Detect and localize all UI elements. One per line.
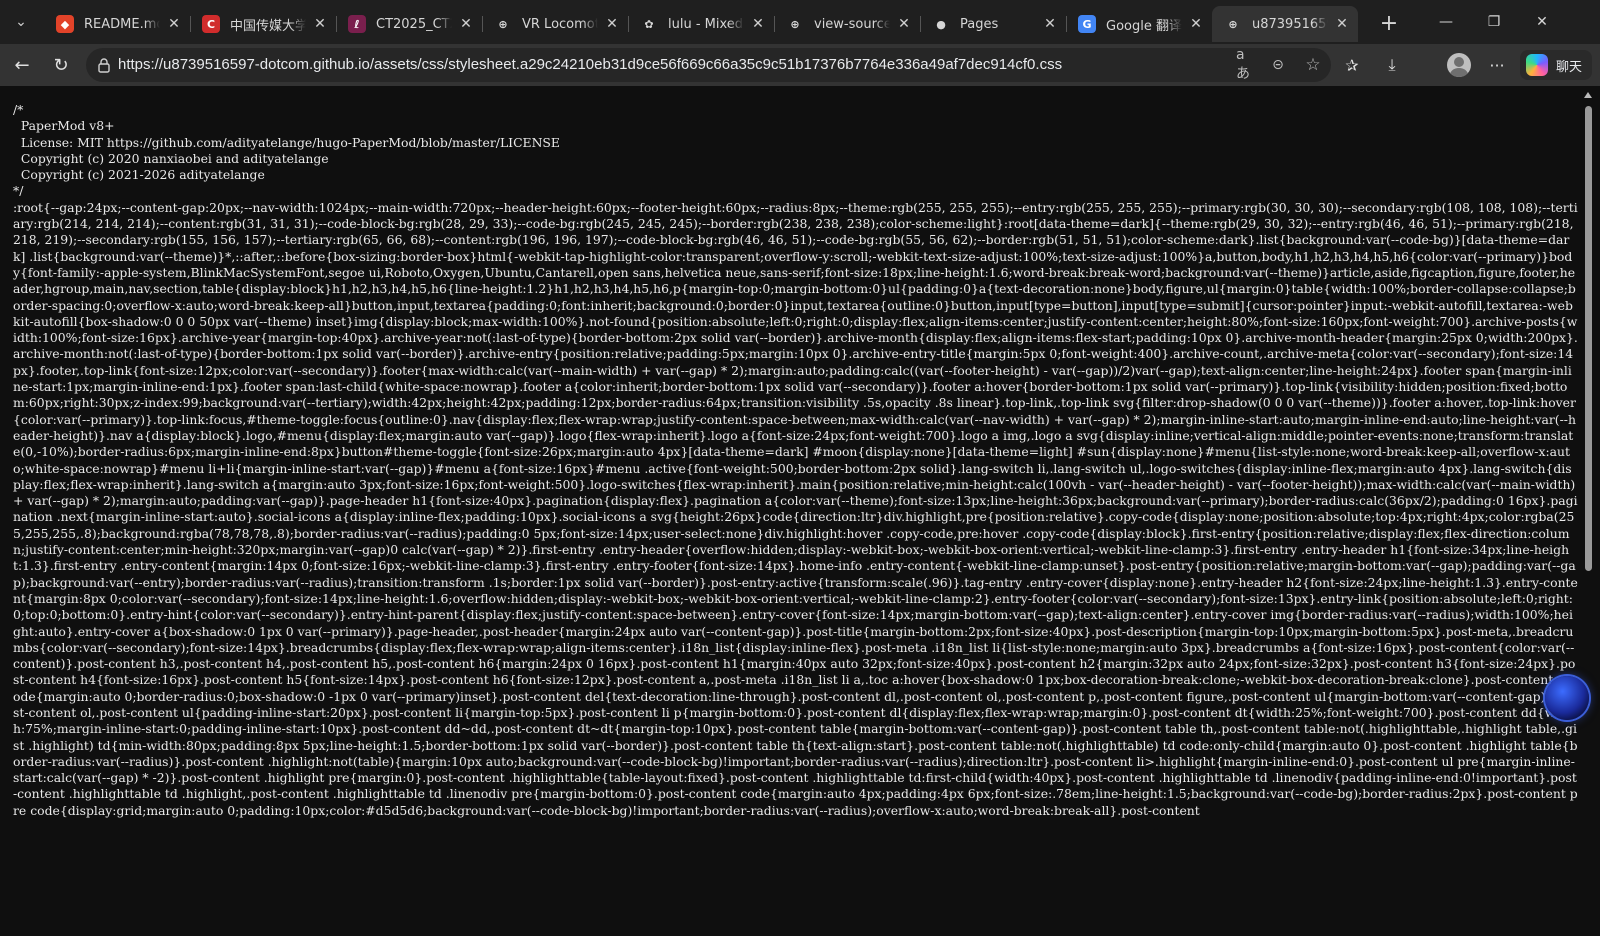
tab-title: 中国传媒大学 [230,18,306,34]
reading-mode-icon[interactable]: ⊝ [1268,55,1288,75]
tab-title: VR Locomotion [522,16,598,32]
new-tab-button[interactable]: + [1374,8,1404,38]
close-tab-icon[interactable]: ✕ [1188,16,1204,32]
close-icon: ✕ [1536,14,1548,30]
tab-5[interactable]: ⊕ view-source:ht ✕ [774,6,921,42]
favorites-icon: ✰ [1345,55,1359,75]
settings-more-button[interactable]: ··· [1482,50,1512,80]
read-aloud-icon[interactable]: aあ [1236,47,1256,82]
favorites-button[interactable]: ✰ [1337,50,1367,80]
tab-2[interactable]: ℓ CT2025_CT202 ✕ [336,6,483,42]
page-content: /* PaperMod v8+ License: MIT https://git… [0,86,1600,936]
tab-title: u8739516597- [1252,16,1328,32]
plus-icon: + [1379,10,1399,36]
profile-avatar[interactable] [1447,53,1471,77]
tab-3[interactable]: ⊕ VR Locomotion ✕ [482,6,629,42]
tab-title: view-source:ht [814,16,890,32]
globe-icon: ⊕ [790,17,800,31]
google-translate-icon: G [1078,15,1096,33]
copilot-chat-button[interactable]: 聊天 [1520,50,1592,80]
minimize-icon: — [1439,14,1453,30]
floating-assistant-orb-icon[interactable] [1545,676,1589,720]
scrollbar-thumb[interactable] [1585,106,1592,571]
tab-7[interactable]: G Google 翻译 ✕ [1066,6,1213,42]
ct-icon: ℓ [348,15,366,33]
tab-8[interactable]: ⊕ u8739516597- ✕ [1212,6,1358,42]
refresh-icon: ↻ [53,54,69,76]
close-tab-icon[interactable]: ✕ [1334,16,1350,32]
tab-title: README.md [84,16,160,32]
back-button[interactable]: ← [7,50,37,80]
copilot-icon [1526,54,1548,76]
github-icon: ● [936,17,946,31]
tab-1[interactable]: C 中国传媒大学 ✕ [190,6,337,42]
address-bar[interactable]: https://u8739516597-dotcom.github.io/ass… [86,47,1331,82]
arrow-left-icon: ← [14,54,30,76]
close-tab-icon[interactable]: ✕ [750,16,766,32]
scroll-up-arrow-icon[interactable] [1584,92,1592,98]
chevron-down-icon: ⌄ [15,14,27,30]
close-tab-icon[interactable]: ✕ [1042,16,1058,32]
tab-title: lulu - Mixed 1 [668,16,744,32]
close-tab-icon[interactable]: ✕ [896,16,912,32]
gitlab-icon: ◆ [56,15,74,33]
tab-actions-menu-button[interactable]: ⌄ [6,7,36,37]
css-source-text: /* PaperMod v8+ License: MIT https://git… [13,102,1578,818]
copilot-label: 聊天 [1556,59,1583,75]
close-window-button[interactable]: ✕ [1520,6,1564,38]
lock-icon [98,58,110,73]
tab-4[interactable]: ✿ lulu - Mixed 1 ✕ [628,6,775,42]
restore-button[interactable]: ❐ [1472,6,1516,38]
close-tab-icon[interactable]: ✕ [312,16,328,32]
globe-icon: ⊕ [1228,17,1238,31]
tab-strip: ◆ README.md ✕ C 中国传媒大学 ✕ ℓ CT2025_CT202 ✕ ⊕ VR Loc… [44,4,1358,44]
close-tab-icon[interactable]: ✕ [458,16,474,32]
tab-title: Google 翻译 [1106,18,1182,34]
tab-6[interactable]: ● Pages ✕ [920,6,1067,42]
download-icon: ⤓ [1388,55,1396,74]
close-tab-icon[interactable]: ✕ [166,16,182,32]
tab-0[interactable]: ◆ README.md ✕ [44,6,191,42]
more-dots-icon: ··· [1489,55,1505,75]
downloads-button[interactable]: ⤓ [1377,50,1407,80]
close-tab-icon[interactable]: ✕ [604,16,620,32]
restore-icon: ❐ [1487,14,1501,30]
tab-bar: ⌄ ◆ README.md ✕ C 中国传媒大学 ✕ ℓ CT2025_CT202 ✕ ⊕ VR L… [0,0,1600,44]
globe-icon: ⊕ [498,17,508,31]
openai-icon: ✿ [644,17,654,31]
url-text: https://u8739516597-dotcom.github.io/ass… [118,56,1063,73]
favorite-star-icon[interactable]: ☆ [1303,55,1323,75]
tab-title: CT2025_CT202 [376,16,452,32]
browser-toolbar: ← ↻ https://u8739516597-dotcom.github.io… [0,44,1600,86]
cuc-icon: C [202,15,220,33]
refresh-button[interactable]: ↻ [46,50,76,80]
minimize-button[interactable]: — [1424,6,1468,38]
tab-title: Pages [960,16,999,32]
